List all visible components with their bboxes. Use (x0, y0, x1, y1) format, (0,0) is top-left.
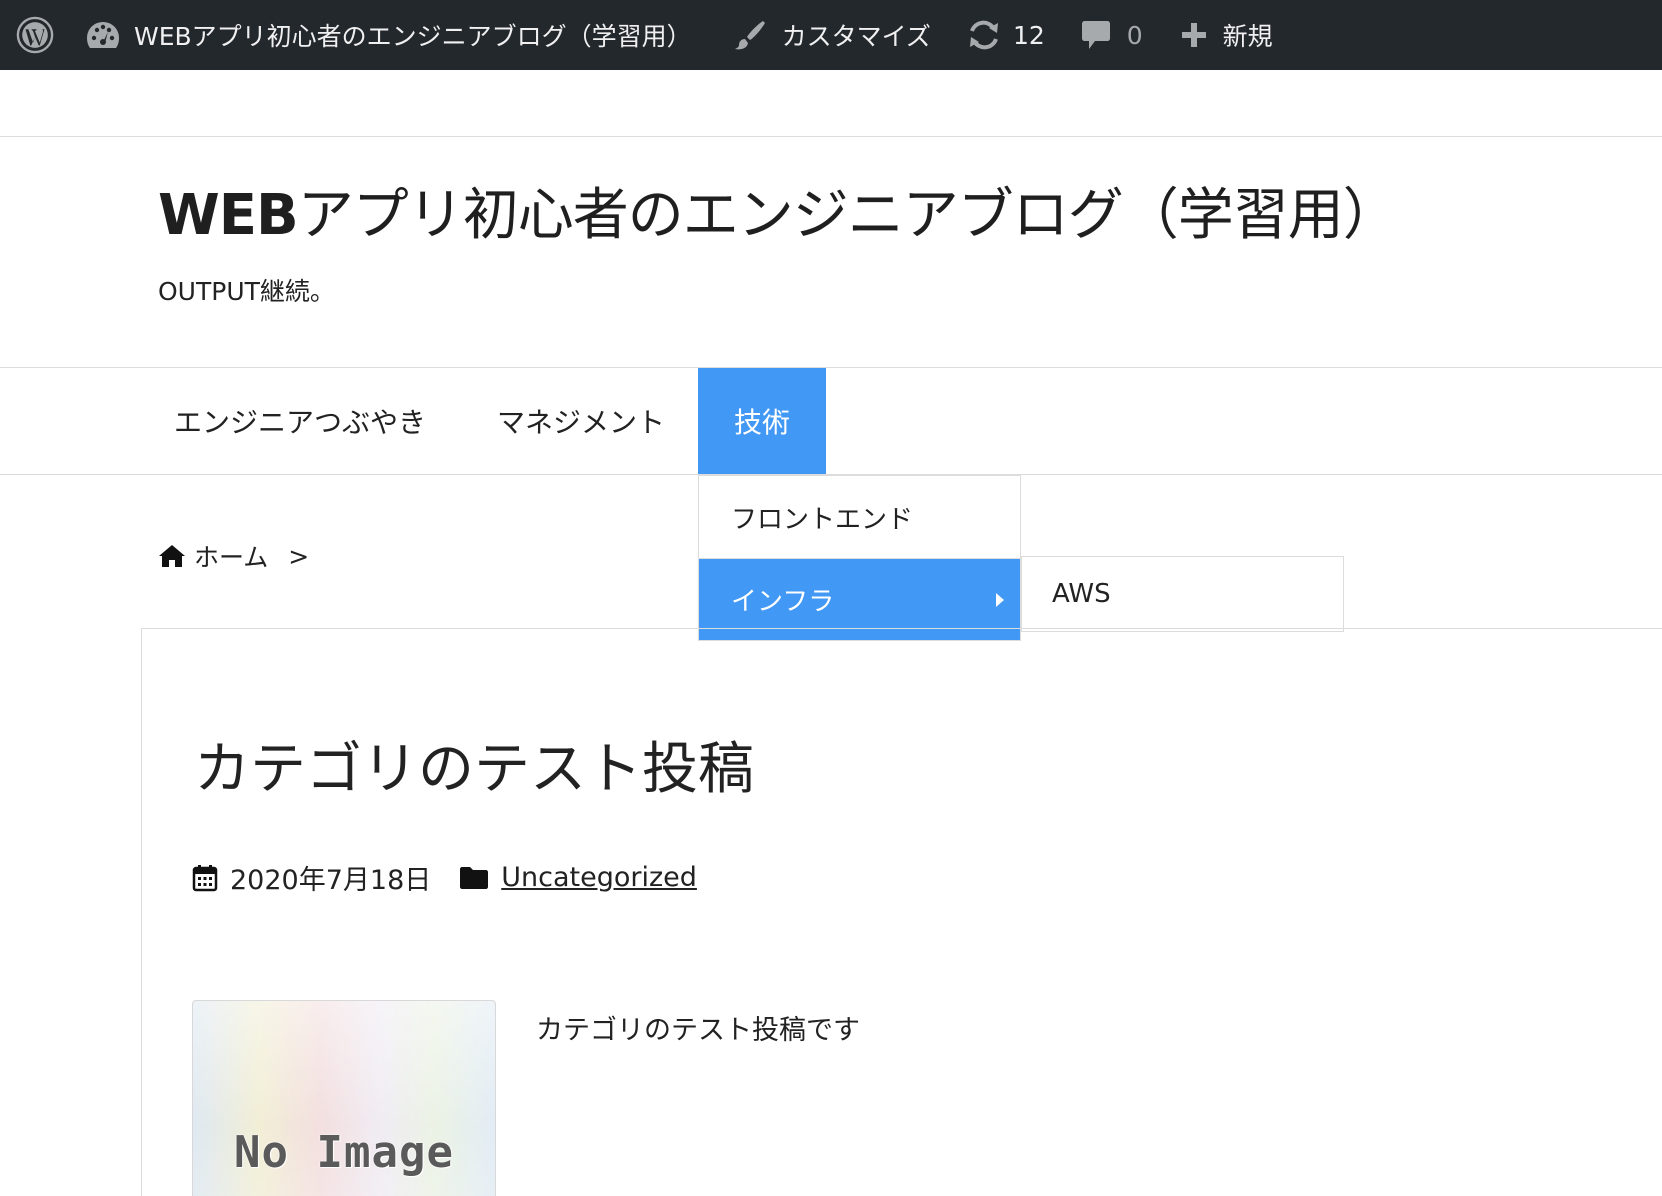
main-navigation: エンジニアつぶやき マネジメント 技術 (0, 367, 1662, 475)
plus-icon (1181, 23, 1206, 47)
submenu-item-label: AWS (1052, 579, 1111, 609)
site-name-label: WEBアプリ初心者のエンジニアブログ（学習用） (134, 22, 692, 51)
header-divider (0, 136, 1662, 137)
dashboard-icon (87, 22, 119, 48)
technology-dropdown: フロントエンド インフラ (698, 475, 1021, 641)
post-category-link[interactable]: Uncategorized (501, 862, 697, 893)
comments-count: 0 (1126, 20, 1143, 50)
breadcrumb: ホーム > (158, 538, 309, 574)
new-content-menu[interactable]: 新規 (1157, 0, 1287, 70)
post-thumbnail[interactable]: No Image (192, 1000, 496, 1196)
caret-right-icon (996, 593, 1004, 607)
admin-bar: WEBアプリ初心者のエンジニアブログ（学習用） カスタマイズ 12 0 新規 (0, 0, 1662, 70)
dropdown-item-frontend[interactable]: フロントエンド (699, 476, 1020, 558)
wordpress-logo-icon (16, 16, 54, 54)
site-name-menu[interactable]: WEBアプリ初心者のエンジニアブログ（学習用） (70, 0, 720, 70)
post-excerpt: カテゴリのテスト投稿です (536, 1015, 860, 1046)
submenu-item-aws[interactable]: AWS (1021, 556, 1344, 632)
post-meta: 2020年7月18日 Uncategorized (192, 858, 697, 897)
dropdown-item-label: フロントエンド (731, 504, 914, 535)
new-label: 新規 (1222, 22, 1273, 51)
brush-icon (734, 21, 765, 50)
nav-item-engineer-tweets[interactable]: エンジニアつぶやき (174, 368, 426, 474)
customize-label: カスタマイズ (781, 22, 931, 51)
comments-link[interactable]: 0 (1059, 0, 1157, 70)
site-title-prefix: WEB (158, 183, 299, 248)
home-icon (159, 545, 185, 567)
site-title[interactable]: WEBアプリ初心者のエンジニアブログ（学習用） (158, 170, 1399, 251)
post-title: カテゴリのテスト投稿 (194, 737, 754, 802)
site-description: OUTPUT継続。 (158, 277, 335, 306)
post-date: 2020年7月18日 (230, 865, 432, 896)
folder-icon (460, 866, 489, 889)
nav-item-management[interactable]: マネジメント (497, 368, 665, 474)
breadcrumb-home[interactable]: ホーム (194, 538, 268, 574)
dropdown-item-label: インフラ (731, 587, 835, 617)
wordpress-menu[interactable] (0, 0, 70, 70)
nav-item-technology[interactable]: 技術 (698, 368, 826, 474)
site-title-rest: アプリ初心者のエンジニアブログ（学習用） (297, 183, 1399, 248)
updates-icon (969, 20, 998, 50)
comment-icon (1081, 21, 1110, 49)
thumbnail-no-image-text: No Image (234, 1127, 454, 1178)
calendar-icon (192, 864, 218, 891)
breadcrumb-separator: > (288, 541, 310, 571)
customize-link[interactable]: カスタマイズ (720, 0, 953, 70)
updates-count: 12 (1012, 20, 1045, 50)
updates-link[interactable]: 12 (953, 0, 1059, 70)
